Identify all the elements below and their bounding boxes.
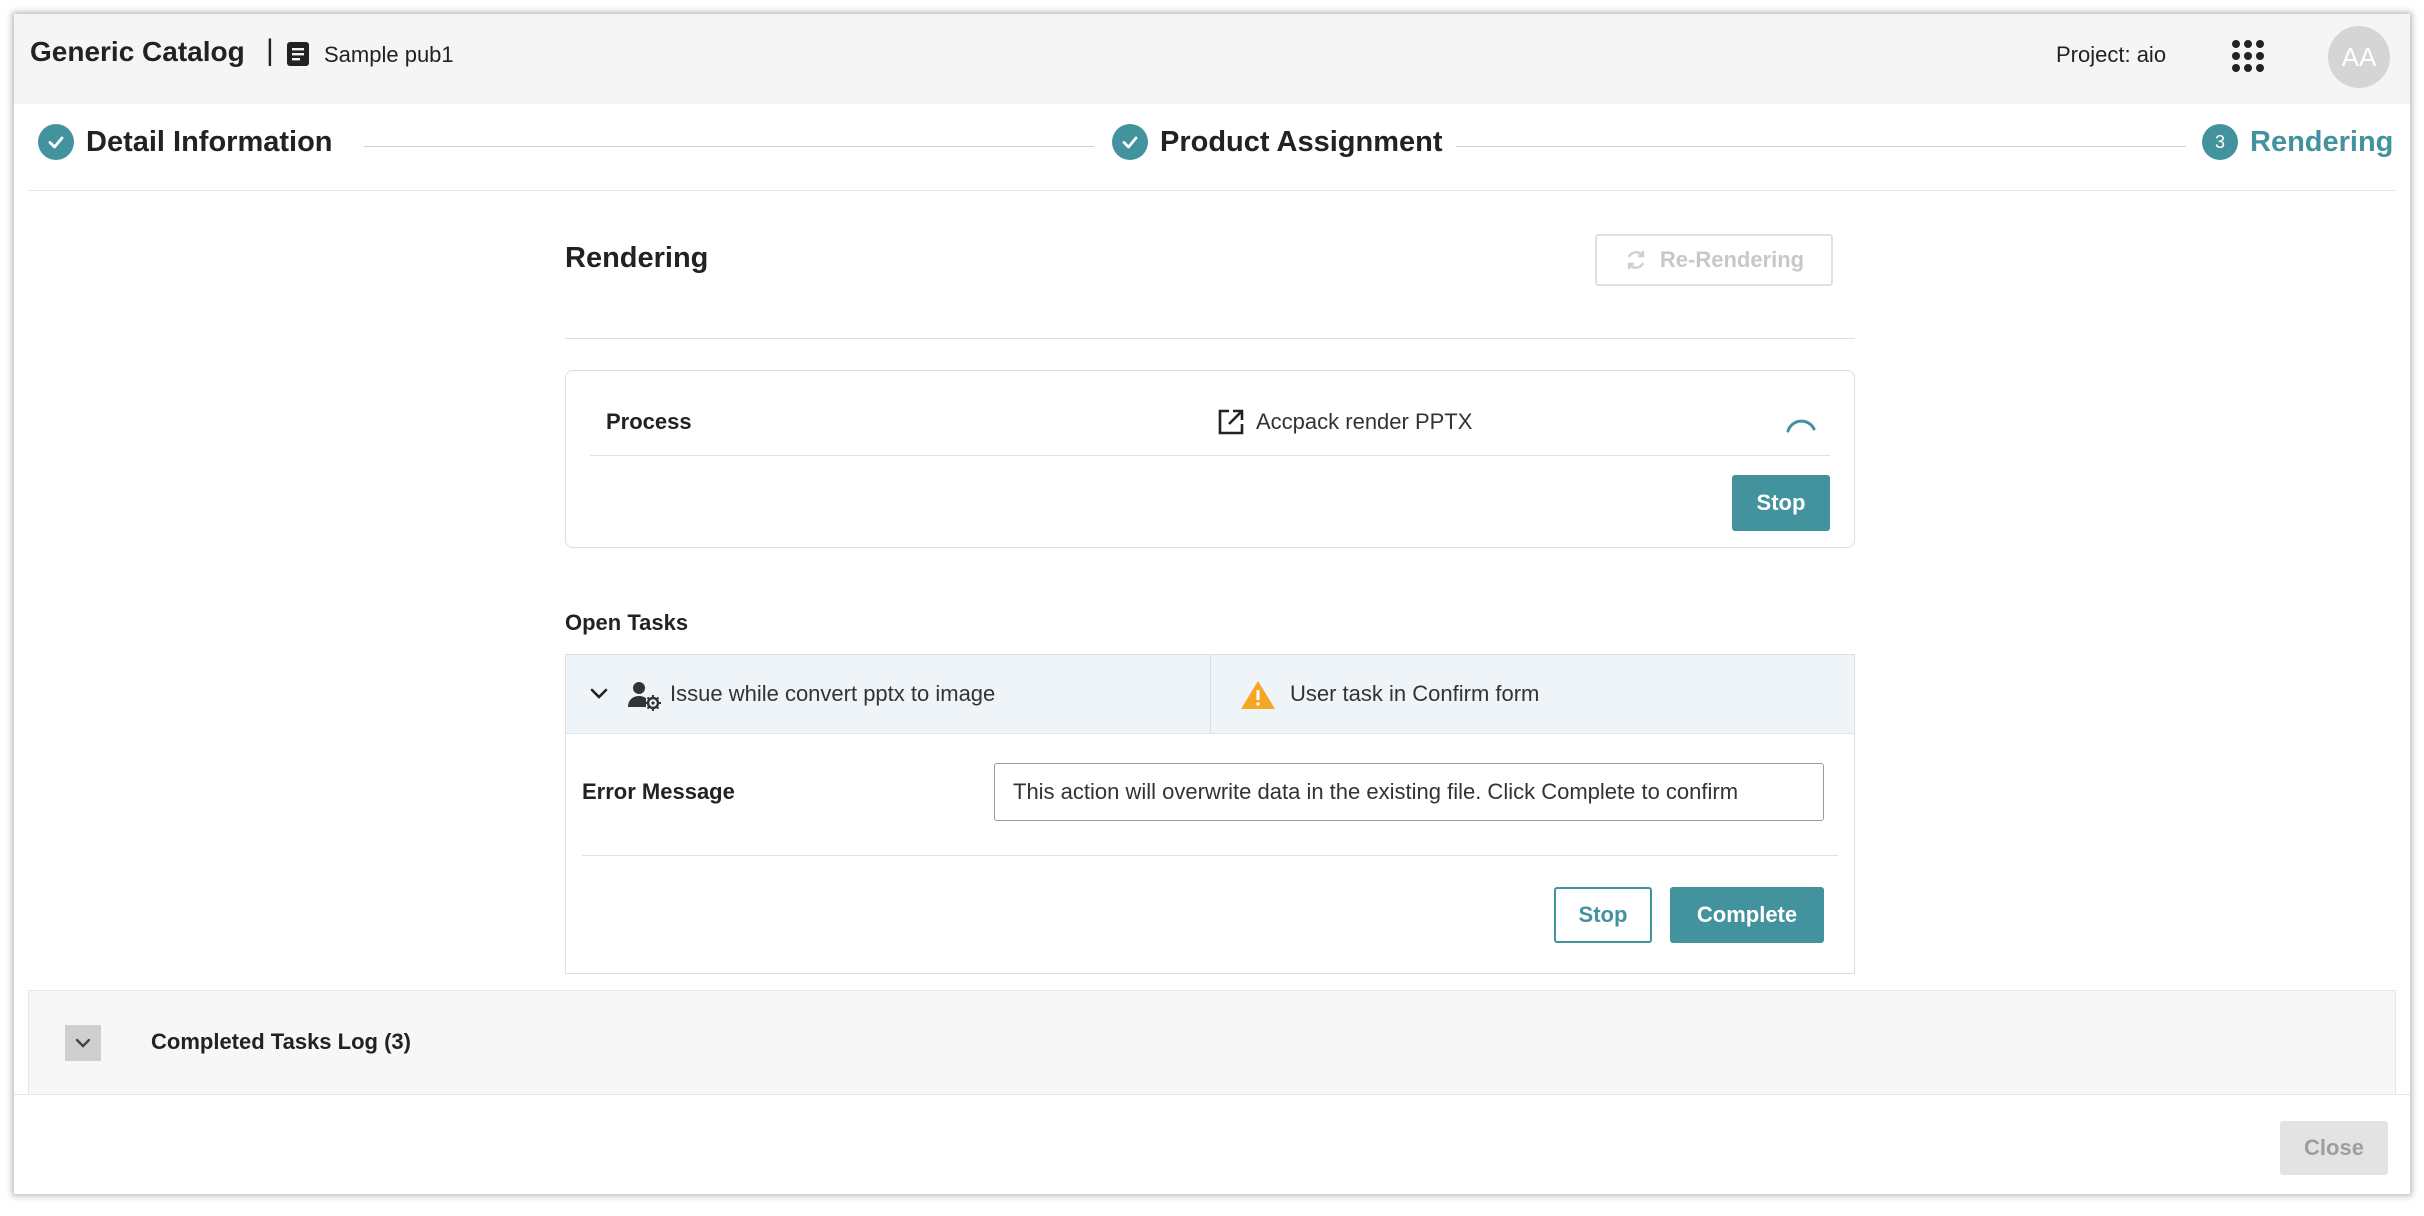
title-separator: | bbox=[266, 34, 274, 67]
external-link-icon[interactable] bbox=[1216, 407, 1246, 437]
step-number: 3 bbox=[2202, 124, 2238, 160]
divider bbox=[590, 455, 1830, 456]
process-stop-button[interactable]: Stop bbox=[1732, 475, 1830, 531]
re-rendering-button[interactable]: Re-Rendering bbox=[1595, 234, 1833, 286]
dialog-window: Generic Catalog | Sample pub1 Project: a… bbox=[14, 14, 2410, 1194]
task-complete-button[interactable]: Complete bbox=[1670, 887, 1824, 943]
user-settings-icon bbox=[628, 682, 661, 711]
step-connector bbox=[364, 146, 1094, 147]
task-header[interactable]: Issue while convert pptx to image User t… bbox=[566, 655, 1854, 734]
column-separator bbox=[1210, 655, 1211, 733]
check-icon bbox=[38, 124, 74, 160]
task-name: Issue while convert pptx to image bbox=[670, 681, 996, 706]
error-message-label: Error Message bbox=[582, 779, 735, 804]
task-stop-button[interactable]: Stop bbox=[1554, 887, 1652, 943]
chevron-down-icon bbox=[75, 1038, 91, 1048]
section-title: Rendering bbox=[565, 242, 709, 274]
close-button[interactable]: Close bbox=[2280, 1121, 2388, 1175]
re-rendering-label: Re-Rendering bbox=[1659, 247, 1805, 272]
header-bar: Generic Catalog | Sample pub1 Project: a… bbox=[14, 14, 2410, 104]
publication-name: Sample pub1 bbox=[324, 42, 454, 67]
chevron-down-icon[interactable] bbox=[588, 683, 610, 705]
step-label: Product Assignment bbox=[1160, 125, 1443, 158]
completed-tasks-log[interactable]: Completed Tasks Log (3) bbox=[28, 990, 2396, 1096]
completed-log-title: Completed Tasks Log (3) bbox=[151, 1029, 411, 1054]
log-toggle[interactable] bbox=[65, 1025, 101, 1061]
project-label[interactable]: Project: aio bbox=[2056, 42, 2166, 68]
user-avatar[interactable]: AA bbox=[2328, 26, 2390, 88]
warning-icon bbox=[1241, 681, 1275, 709]
refresh-icon bbox=[1627, 251, 1645, 269]
loading-spinner-icon bbox=[1786, 419, 1816, 433]
task-status: User task in Confirm form bbox=[1290, 681, 1540, 706]
document-icon bbox=[287, 42, 309, 66]
step-label: Detail Information bbox=[86, 125, 333, 158]
divider bbox=[582, 855, 1838, 856]
apps-grid-icon[interactable] bbox=[2228, 36, 2268, 76]
process-card: Process Accpack render PPTX Stop bbox=[565, 370, 1855, 548]
step-rendering[interactable]: 3 Rendering bbox=[2202, 124, 2393, 160]
footer-bar: Close bbox=[14, 1094, 2410, 1194]
open-tasks-title: Open Tasks bbox=[565, 610, 689, 635]
process-name-link[interactable]: Accpack render PPTX bbox=[1256, 409, 1472, 435]
app-title: Generic Catalog bbox=[30, 36, 245, 67]
step-connector bbox=[1456, 146, 2186, 147]
divider bbox=[565, 338, 1855, 339]
step-detail-information[interactable]: Detail Information bbox=[38, 124, 333, 160]
step-product-assignment[interactable]: Product Assignment bbox=[1112, 124, 1443, 160]
step-label: Rendering bbox=[2250, 125, 2394, 158]
error-message-field[interactable] bbox=[994, 763, 1824, 821]
open-task-panel: Issue while convert pptx to image User t… bbox=[565, 654, 1855, 974]
process-label: Process bbox=[606, 409, 692, 434]
wizard-stepper: Detail Information Product Assignment 3 … bbox=[28, 104, 2396, 191]
check-icon bbox=[1112, 124, 1148, 160]
